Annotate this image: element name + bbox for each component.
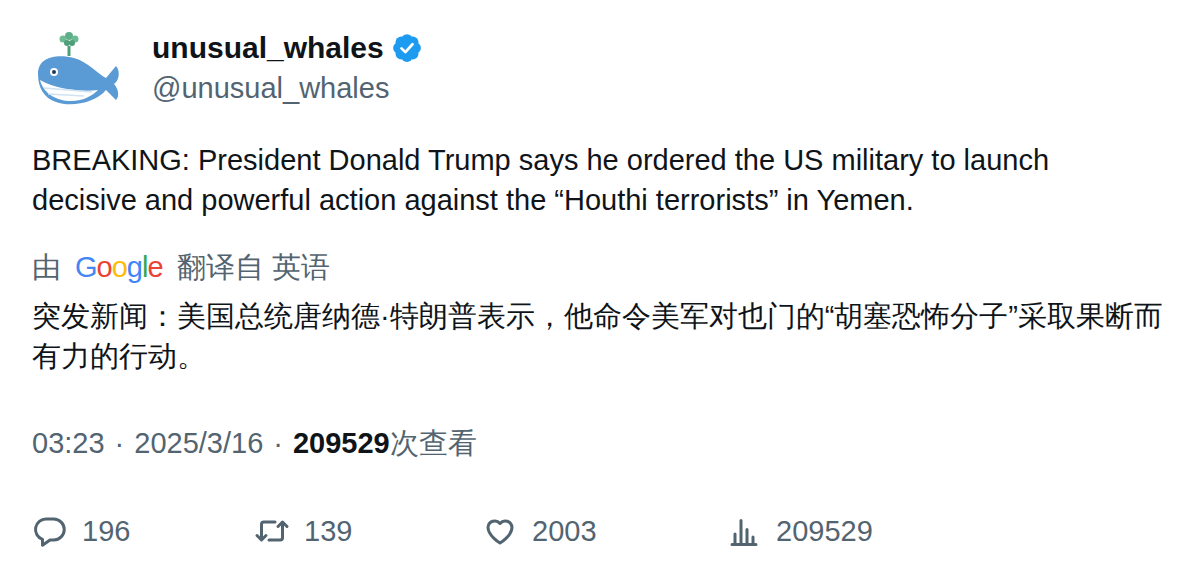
tweet-header: unusual_whales @unusual_whales [32, 26, 1164, 110]
views-button[interactable]: 209529 [726, 512, 966, 550]
separator: · [273, 424, 283, 462]
name-row: unusual_whales [152, 30, 422, 66]
action-bar: 196 139 2003 209529 [32, 512, 1164, 550]
tweet: unusual_whales @unusual_whales BREAKING: P… [0, 0, 1196, 578]
tweet-time: 03:23 [32, 424, 105, 462]
author-name[interactable]: unusual_whales [152, 30, 384, 66]
translation-prefix: 由 [32, 248, 61, 286]
whale-avatar-icon[interactable] [32, 26, 124, 110]
reply-icon [32, 513, 68, 549]
views-chart-icon [726, 513, 762, 549]
translated-text: 突发新闻：美国总统唐纳德·特朗普表示，他命令美军对也门的“胡塞恐怖分子”采取果断… [32, 296, 1164, 376]
translation-label: 由 Google 翻译自 英语 [32, 248, 1164, 286]
translation-suffix: 翻译自 英语 [177, 248, 330, 286]
retweet-count: 139 [304, 512, 352, 550]
tweet-text: BREAKING: President Donald Trump says he… [32, 140, 1164, 220]
retweet-icon [254, 513, 290, 549]
separator: · [115, 424, 125, 462]
verified-badge-icon [392, 33, 422, 63]
author: unusual_whales @unusual_whales [152, 30, 422, 106]
heart-icon [482, 513, 518, 549]
views-count: 209529 [776, 512, 873, 550]
view-count: 209529次查看 [293, 424, 477, 462]
tweet-meta: 03:23·2025/3/16·209529次查看 [32, 424, 1164, 462]
like-count: 2003 [532, 512, 597, 550]
author-handle[interactable]: @unusual_whales [152, 70, 422, 106]
like-button[interactable]: 2003 [482, 512, 726, 550]
tweet-date: 2025/3/16 [134, 424, 263, 462]
reply-button[interactable]: 196 [32, 512, 254, 550]
retweet-button[interactable]: 139 [254, 512, 482, 550]
reply-count: 196 [82, 512, 130, 550]
google-logo: Google [75, 248, 163, 286]
